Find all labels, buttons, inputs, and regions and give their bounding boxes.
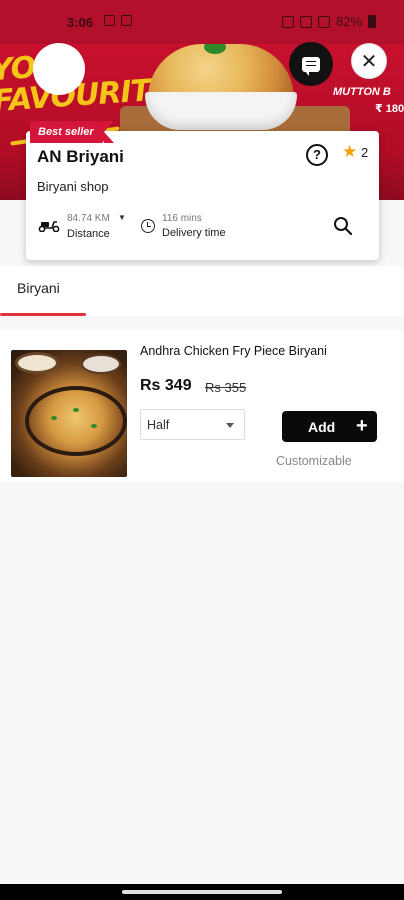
close-icon: ✕	[360, 50, 378, 73]
tab-biryani[interactable]: Biryani	[17, 280, 60, 296]
dish-image	[11, 350, 127, 477]
battery-percent: 82%	[335, 14, 362, 29]
leaf-garnish	[73, 408, 79, 412]
restaurant-info-card: AN Briyani Biryani shop ? ★ 2 84.74 KM ▼…	[26, 131, 379, 260]
scooter-icon	[38, 221, 60, 232]
leaf-garnish	[91, 424, 97, 428]
item-name: Andhra Chicken Fry Piece Biryani	[140, 344, 327, 358]
rating-value: 2	[361, 145, 369, 160]
add-button-label: Add	[308, 419, 336, 435]
promo-right-price: ₹ 180	[375, 103, 404, 115]
delivery-time-value: 116 mins	[162, 213, 202, 224]
chevron-down-icon	[226, 423, 234, 428]
distance-dropdown-icon[interactable]: ▼	[118, 213, 126, 222]
system-nav-bar	[0, 884, 404, 900]
restaurant-name: AN Briyani	[37, 147, 124, 166]
image-icon	[121, 15, 132, 26]
help-icon[interactable]: ?	[306, 144, 328, 166]
biryani-pan-image	[25, 386, 127, 456]
distance-label: Distance	[67, 228, 110, 240]
leaf-garnish	[51, 416, 57, 420]
vibrate-icon	[281, 15, 294, 28]
status-time: 3:06	[67, 15, 94, 30]
chat-icon	[302, 56, 320, 76]
bestseller-badge: Best seller	[30, 121, 114, 143]
delivery-time-label: Delivery time	[162, 227, 226, 239]
category-tabs: Biryani	[0, 266, 404, 316]
promo-right-title: MUTTON B	[333, 86, 391, 98]
data-icon	[299, 15, 312, 28]
chat-button[interactable]	[289, 42, 333, 86]
active-tab-indicator	[0, 313, 86, 316]
clock-icon	[141, 219, 155, 233]
search-icon[interactable]	[333, 216, 353, 236]
bowl-image	[145, 92, 297, 130]
restaurant-logo	[33, 43, 85, 95]
battery-icon	[368, 15, 376, 28]
status-bar: 3:06 82%	[0, 0, 404, 44]
restaurant-subtitle: Biryani shop	[37, 179, 109, 194]
customizable-label: Customizable	[276, 454, 352, 468]
raita-bowl-image	[15, 352, 59, 374]
star-icon: ★	[342, 142, 358, 161]
system-icons: 82%	[281, 14, 376, 29]
portion-select[interactable]: Half	[140, 409, 245, 440]
menu-item-card: Andhra Chicken Fry Piece Biryani Rs 349 …	[0, 330, 404, 482]
home-gesture-handle[interactable]	[122, 890, 282, 894]
portion-value: Half	[147, 418, 170, 432]
notification-icons	[104, 15, 132, 26]
close-button[interactable]: ✕	[351, 43, 387, 79]
plus-icon: +	[356, 415, 368, 437]
item-original-price: Rs 355	[205, 380, 247, 395]
side-bowl-image	[81, 354, 121, 374]
item-price: Rs 349	[140, 377, 192, 394]
distance-value[interactable]: 84.74 KM	[67, 213, 110, 224]
signal-icon	[317, 15, 330, 28]
notification-icon	[104, 15, 115, 26]
add-button[interactable]: Add +	[282, 411, 377, 442]
